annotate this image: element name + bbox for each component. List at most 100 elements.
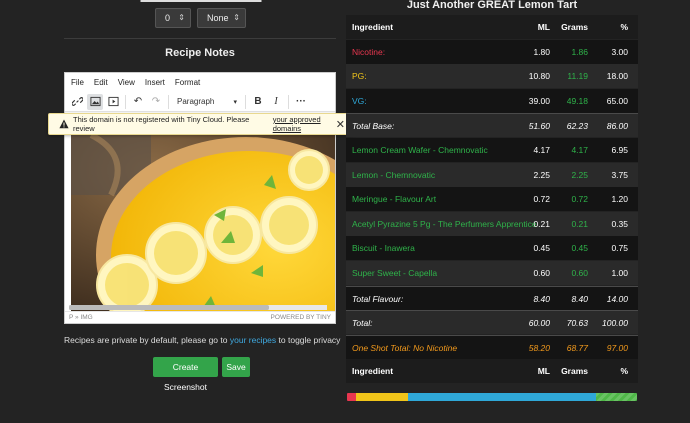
block-format-select[interactable]: Paragraph ▾ xyxy=(173,94,241,110)
privacy-text-after: to toggle privacy xyxy=(276,335,341,345)
ingredient-name: Super Sweet - Capella xyxy=(352,268,438,278)
menu-file[interactable]: File xyxy=(71,78,84,87)
chevron-down-icon: ▾ xyxy=(233,98,237,106)
ml-value: 2.25 xyxy=(533,169,550,180)
select-none-value: None xyxy=(207,13,229,23)
menu-edit[interactable]: Edit xyxy=(94,78,108,87)
close-icon[interactable]: ✕ xyxy=(336,118,345,131)
header-grams: Grams xyxy=(561,366,588,377)
privacy-message: Recipes are private by default, please g… xyxy=(64,335,340,345)
menu-insert[interactable]: Insert xyxy=(145,78,165,87)
scrollbar-thumb[interactable] xyxy=(69,305,269,310)
select-zero[interactable]: 0 ⇕ xyxy=(155,8,191,28)
table-row: Acetyl Pyrazine 5 Pg - The Perfumers App… xyxy=(346,211,638,236)
toolbar-separator xyxy=(125,94,126,109)
table-row: Super Sweet - Capella 0.60 0.60 1.00 xyxy=(346,261,638,285)
ml-value: 8.40 xyxy=(533,293,550,304)
table-row: Lemon Cream Wafer - Chemnovatic 4.17 4.17 6… xyxy=(346,138,638,162)
table-row: One Shot Total: No Nicotine 58.20 68.77 97.… xyxy=(346,334,638,359)
table-row: Biscuit - Inawera 0.45 0.45 0.75 xyxy=(346,236,638,261)
recipe-title: Just Another GREAT Lemon Tart xyxy=(406,0,578,11)
table-row: Total: 60.00 70.63 100.00 xyxy=(346,310,638,335)
grams-value: 0.21 xyxy=(571,218,588,229)
pct-value: 65.00 xyxy=(606,95,628,106)
toolbar-separator xyxy=(245,94,246,109)
grams-value: 2.25 xyxy=(571,169,588,180)
grams-value: 70.63 xyxy=(566,318,588,329)
menu-format[interactable]: Format xyxy=(175,78,200,87)
ratio-segment xyxy=(347,393,356,401)
editor-toolbar: ↶ ↷ Paragraph ▾ B I ··· xyxy=(65,92,335,112)
ingredient-name: Total: xyxy=(352,318,373,329)
select-none[interactable]: None ⇕ xyxy=(197,8,246,28)
powered-by-label[interactable]: POWERED BY TINY xyxy=(271,314,331,321)
table-row: Lemon - Chemnovatic 2.25 2.25 3.75 xyxy=(346,162,638,187)
privacy-text-before: Recipes are private by default, please g… xyxy=(64,335,230,345)
ingredient-name: One Shot Total: No Nicotine xyxy=(352,342,458,353)
ratio-bar xyxy=(347,393,637,401)
pct-value: 1.20 xyxy=(611,194,628,205)
notice-text: This domain is not registered with Tiny … xyxy=(72,115,250,133)
save-button[interactable]: Save xyxy=(222,357,250,377)
lemon-tart-image[interactable] xyxy=(71,135,335,311)
grams-value: 4.17 xyxy=(571,145,588,155)
ml-value: 4.17 xyxy=(533,145,550,155)
table-row: Meringue - Flavour Art 0.72 0.72 1.20 xyxy=(346,187,638,212)
redo-icon[interactable]: ↷ xyxy=(148,94,164,110)
header-ml: ML xyxy=(537,22,550,32)
bold-icon[interactable]: B xyxy=(250,94,266,110)
grams-value: 49.18 xyxy=(566,95,588,106)
link-icon[interactable] xyxy=(69,94,85,110)
media-icon[interactable] xyxy=(105,94,121,110)
pct-value: 18.00 xyxy=(606,71,628,82)
ml-value: 51.60 xyxy=(528,121,550,132)
image-icon[interactable] xyxy=(87,93,103,110)
chevron-down-icon: ⇕ xyxy=(233,13,240,22)
pct-value: 3.00 xyxy=(611,46,628,57)
italic-icon[interactable]: I xyxy=(268,94,284,110)
ml-value: 60.00 xyxy=(528,318,550,329)
ml-value: 10.80 xyxy=(528,71,550,82)
grams-value: 68.77 xyxy=(566,342,588,353)
ml-value: 0.72 xyxy=(533,194,550,205)
nicotine-mode-label: ▬▬▬▬▬▬▬▬▬▬▬ xyxy=(116,0,286,4)
pct-value: 6.95 xyxy=(611,145,628,155)
warning-icon xyxy=(59,119,69,129)
ml-value: 1.80 xyxy=(533,46,550,57)
ingredient-name: Lemon Cream Wafer - Chemnovatic xyxy=(352,145,488,155)
pct-value: 0.35 xyxy=(611,218,628,229)
horizontal-scrollbar[interactable] xyxy=(69,305,327,310)
ingredient-name: Acetyl Pyrazine 5 Pg - The Perfumers App… xyxy=(352,218,537,229)
pct-value: 14.00 xyxy=(606,293,628,304)
table-row: Total Base: 51.60 62.23 86.00 xyxy=(346,113,638,138)
table-row: Total Flavour: 8.40 8.40 14.00 xyxy=(346,285,638,310)
create-screenshot-button[interactable]: Create Screenshot xyxy=(153,357,218,392)
ingredient-name: Lemon - Chemnovatic xyxy=(352,169,436,180)
table-row: Nicotine: 1.80 1.86 3.00 xyxy=(346,39,638,64)
pct-value: 100.00 xyxy=(602,318,628,329)
ml-value: 58.20 xyxy=(528,342,550,353)
table-header-row: Ingredient ML Grams% xyxy=(346,15,638,39)
table-row: VG: 39.00 49.18 65.00 xyxy=(346,88,638,113)
grams-value: 0.60 xyxy=(571,268,588,278)
grams-value: 0.45 xyxy=(571,243,588,254)
pct-value: 0.75 xyxy=(611,243,628,254)
ratio-segment xyxy=(355,393,408,401)
header-grams: Grams xyxy=(561,22,588,32)
ingredient-name: PG: xyxy=(352,71,367,82)
domain-warning-notice: This domain is not registered with Tiny … xyxy=(48,113,354,135)
header-pct: % xyxy=(620,366,628,377)
ml-value: 0.60 xyxy=(533,268,550,278)
ratio-segment xyxy=(596,393,637,401)
element-path: P » IMG xyxy=(69,314,93,321)
header-ingredient: Ingredient xyxy=(352,22,394,32)
menu-view[interactable]: View xyxy=(118,78,135,87)
ingredient-name: Total Base: xyxy=(352,121,395,132)
grams-value: 1.86 xyxy=(571,46,588,57)
rich-text-editor[interactable]: File Edit View Insert Format ↶ ↷ Paragra… xyxy=(64,72,336,324)
undo-icon[interactable]: ↶ xyxy=(130,94,146,110)
more-icon[interactable]: ··· xyxy=(293,94,309,110)
your-recipes-link[interactable]: your recipes xyxy=(230,335,276,345)
recipe-notes-title: Recipe Notes xyxy=(165,47,235,59)
ingredient-name: Biscuit - Inawera xyxy=(352,243,415,254)
